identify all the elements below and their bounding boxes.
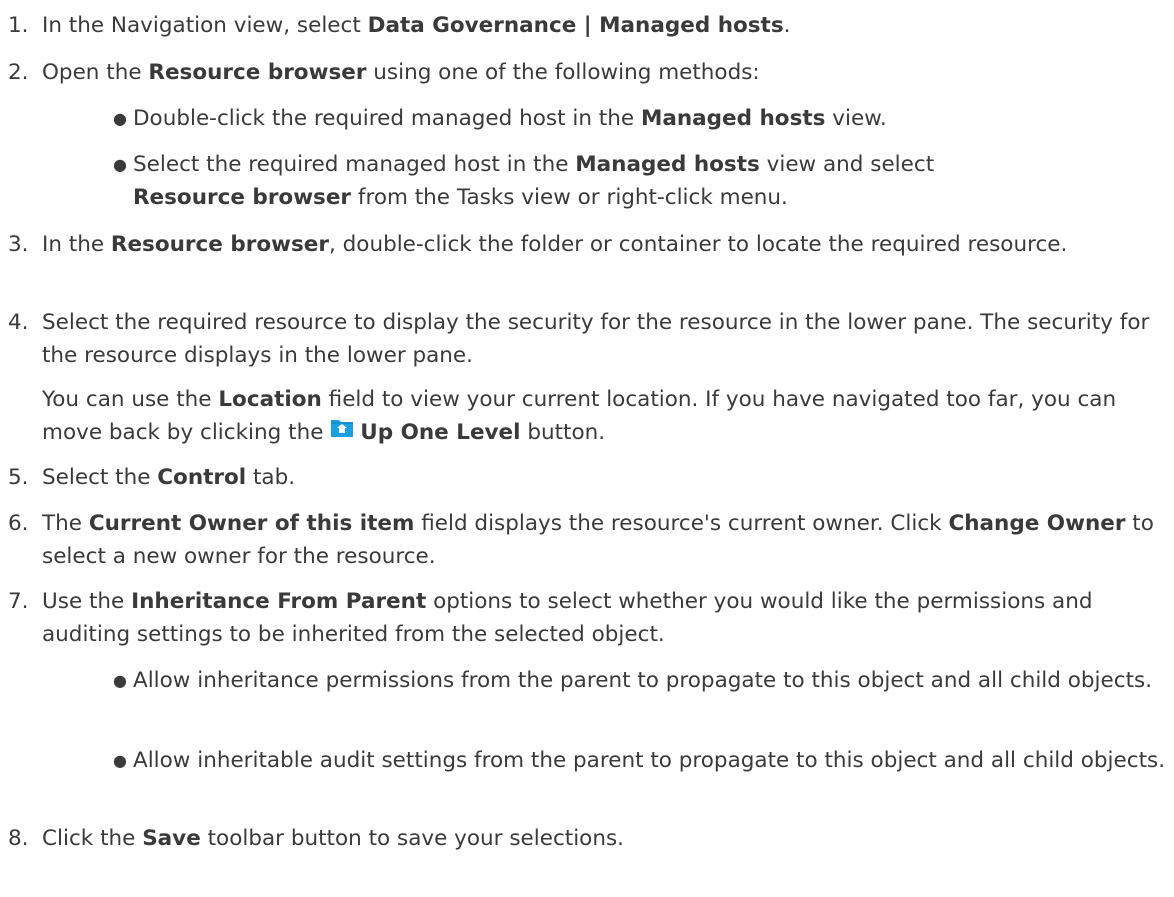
up-one-level-folder-icon	[330, 420, 354, 440]
step-text: In the Navigation view, select Data Gove…	[42, 13, 791, 38]
step-number: 6.	[8, 511, 29, 536]
step-number: 2.	[8, 60, 29, 85]
step-text: In the Resource browser, double-click th…	[42, 232, 1068, 257]
bullet-dot: ●	[113, 751, 127, 770]
step-number: 5.	[8, 465, 29, 490]
bullet-dot: ●	[113, 109, 127, 128]
step-4: 4. Select the required resource to displ…	[8, 306, 1168, 372]
step-number: 7.	[8, 589, 29, 614]
step-2: 2. Open the Resource browser using one o…	[8, 56, 1168, 89]
step-7-bullet-2: ● Allow inheritable audit settings from …	[113, 744, 1173, 777]
step-number: 1.	[8, 13, 29, 38]
step-number: 4.	[8, 310, 29, 335]
step-3: 3. In the Resource browser, double-click…	[8, 228, 1168, 261]
step-text: Select the required resource to display …	[42, 310, 1150, 368]
step-2-bullet-2: ● Select the required managed host in th…	[113, 148, 1173, 214]
bullet-dot: ●	[113, 155, 127, 174]
step-6: 6. The Current Owner of this item field …	[8, 507, 1168, 573]
bullet-dot: ●	[113, 671, 127, 690]
step-text: The Current Owner of this item field dis…	[42, 511, 1154, 569]
step-2-bullet-1: ● Double-click the required managed host…	[113, 102, 1173, 135]
menu-path: Data Governance | Managed hosts	[367, 13, 784, 38]
step-text: Open the Resource browser using one of t…	[42, 60, 760, 85]
step-1: 1. In the Navigation view, select Data G…	[8, 9, 1168, 42]
step-5: 5. Select the Control tab.	[8, 461, 1168, 494]
step-8: 8. Click the Save toolbar button to save…	[8, 822, 1168, 855]
step-text: Use the Inheritance From Parent options …	[42, 589, 1093, 647]
step-text: Select the Control tab.	[42, 465, 296, 490]
step-text: Click the Save toolbar button to save yo…	[42, 826, 624, 851]
step-7: 7. Use the Inheritance From Parent optio…	[8, 585, 1168, 651]
step-7-bullet-1: ● Allow inheritance permissions from the…	[113, 664, 1173, 697]
step-number: 3.	[8, 232, 29, 257]
step-4-note: You can use the Location field to view y…	[42, 387, 1117, 445]
step-number: 8.	[8, 826, 29, 851]
